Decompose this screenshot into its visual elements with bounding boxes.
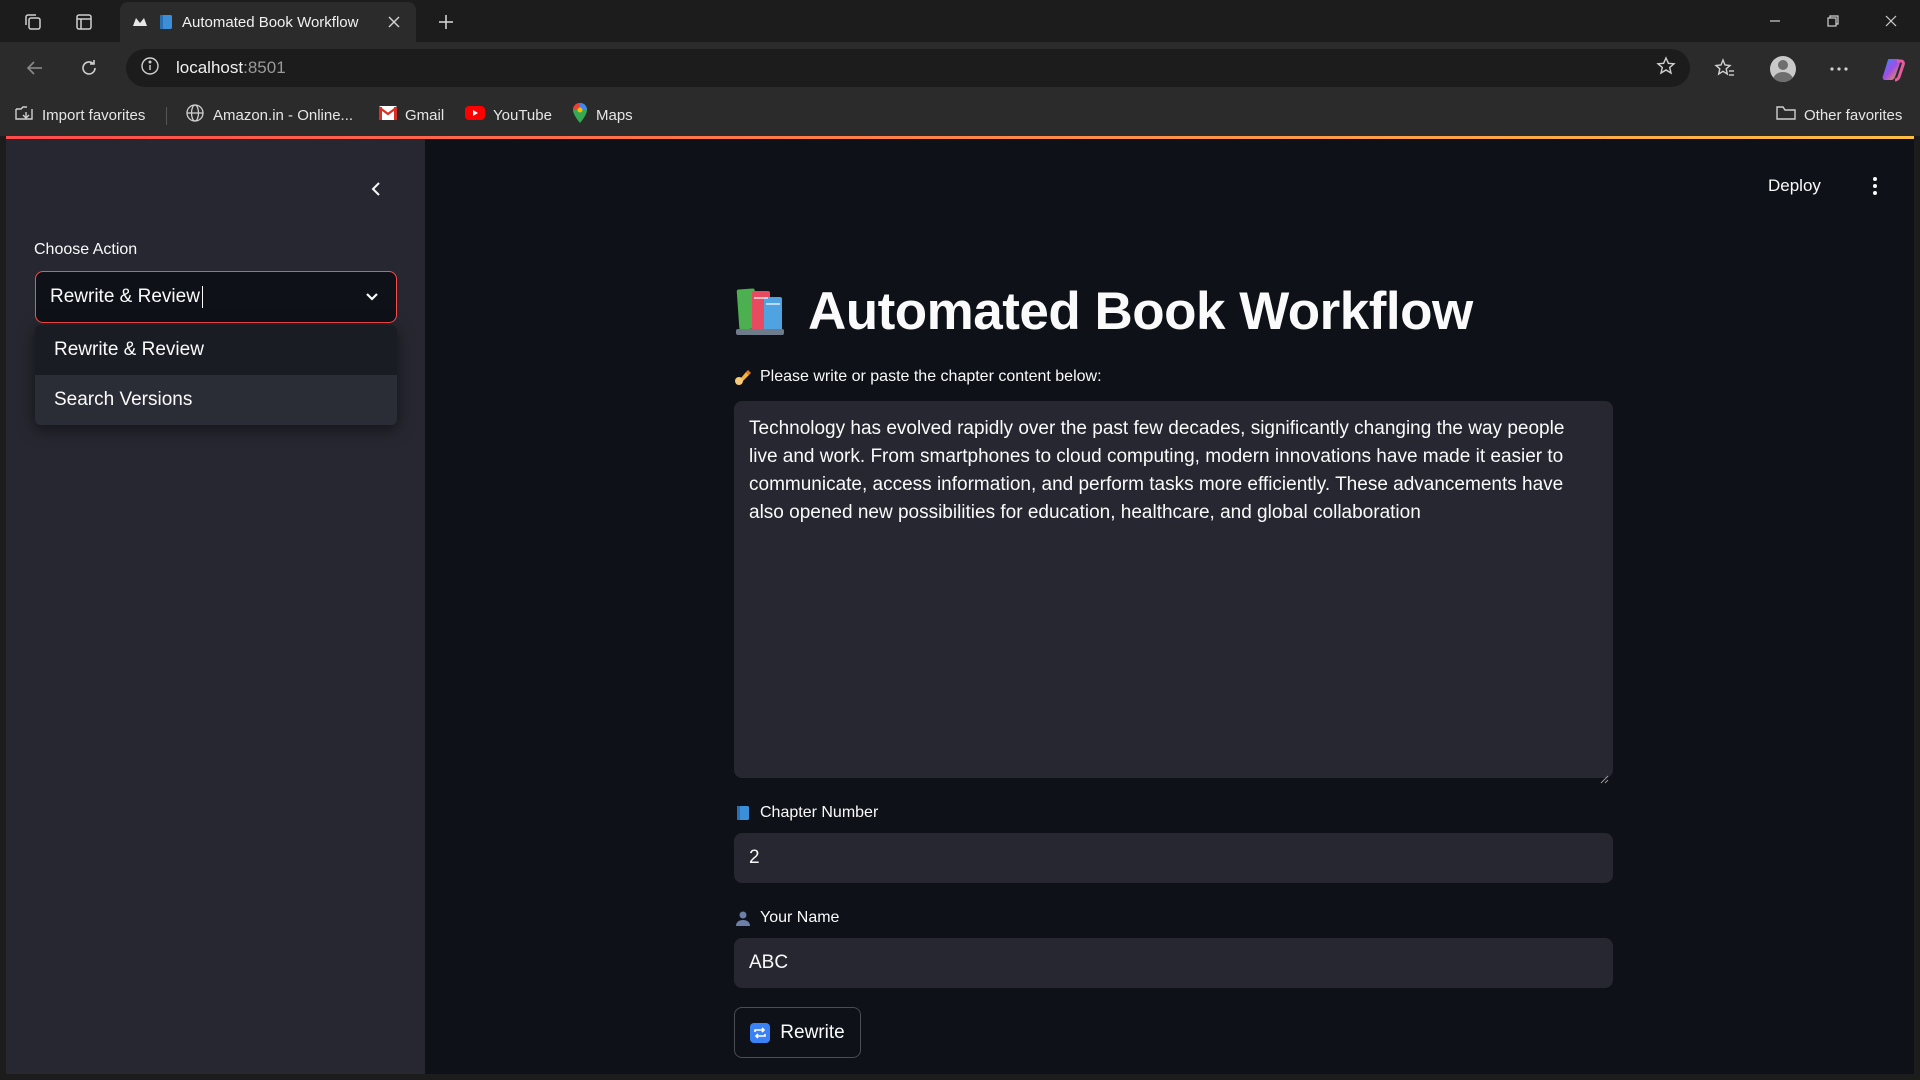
page-title: Automated Book Workflow <box>734 280 1473 342</box>
streamlit-favicon-icon <box>132 14 148 30</box>
vertical-tabs-icon[interactable] <box>70 8 98 36</box>
your-name-label-text: Your Name <box>760 909 840 926</box>
deploy-button[interactable]: Deploy <box>1768 166 1821 206</box>
blue-book-icon <box>734 804 752 822</box>
folder-icon <box>1776 105 1796 125</box>
chapter-number-value: 2 <box>749 847 760 868</box>
chapter-content-value: Technology has evolved rapidly over the … <box>749 418 1565 523</box>
maps-icon <box>572 103 588 127</box>
globe-icon <box>185 103 205 127</box>
bookmark-import-favorites[interactable]: Import favorites <box>14 102 145 128</box>
new-tab-icon[interactable] <box>432 8 460 36</box>
bookmark-label: Gmail <box>405 106 445 124</box>
book-favicon-icon <box>158 14 174 30</box>
browser-toolbar: localhost:8501 <box>0 42 1920 94</box>
workspaces-icon[interactable] <box>19 8 47 36</box>
rewrite-button-label: Rewrite <box>780 1021 845 1043</box>
action-dropdown-menu: Rewrite & Review Search Versions <box>35 325 397 425</box>
content-field-label: Please write or paste the chapter conten… <box>734 368 1102 386</box>
sidebar: Choose Action Rewrite & Review Rewrite &… <box>6 139 425 1074</box>
text-caret <box>201 286 203 308</box>
bookmark-divider <box>166 107 167 125</box>
copilot-icon[interactable] <box>1877 52 1911 86</box>
your-name-field-label: Your Name <box>734 909 839 927</box>
back-icon[interactable] <box>19 52 51 84</box>
books-icon <box>734 283 790 339</box>
bookmark-gmail[interactable]: Gmail <box>379 102 444 128</box>
bookmark-label: Other favorites <box>1804 106 1903 124</box>
repeat-icon <box>750 1022 771 1043</box>
bookmark-other-favorites[interactable]: Other favorites <box>1776 102 1902 128</box>
browser-tabstrip: Automated Book Workflow <box>0 0 1920 42</box>
chapter-number-label-text: Chapter Number <box>760 804 879 821</box>
import-icon <box>14 104 34 126</box>
browser-tab-active[interactable]: Automated Book Workflow <box>120 2 416 42</box>
gmail-icon <box>379 106 397 124</box>
bookmarks-bar: Import favorites Amazon.in - Online... G… <box>0 94 1920 136</box>
profile-icon <box>1770 56 1796 82</box>
collapse-sidebar-chevron-left-icon[interactable] <box>360 173 392 205</box>
chapter-number-input[interactable]: 2 <box>734 833 1613 883</box>
app-viewport: Choose Action Rewrite & Review Rewrite &… <box>6 136 1914 1074</box>
restore-icon[interactable] <box>1810 6 1856 36</box>
bookmark-amazon[interactable]: Amazon.in - Online... <box>185 102 353 128</box>
dropdown-option-rewrite-review[interactable]: Rewrite & Review <box>35 325 397 375</box>
bookmark-maps[interactable]: Maps <box>572 102 633 128</box>
bookmark-label: YouTube <box>493 106 552 124</box>
favorite-star-icon[interactable] <box>1656 55 1676 81</box>
url-port: :8501 <box>243 58 286 77</box>
bookmark-label: Amazon.in - Online... <box>213 106 354 124</box>
writing-hand-icon <box>734 368 752 386</box>
chevron-down-icon[interactable] <box>362 287 382 307</box>
profile-avatar[interactable] <box>1766 52 1800 86</box>
bookmark-youtube[interactable]: YouTube <box>465 102 552 128</box>
dropdown-option-search-versions[interactable]: Search Versions <box>35 375 397 425</box>
your-name-input[interactable]: ABC <box>734 938 1613 988</box>
bookmark-label: Maps <box>596 106 633 124</box>
chapter-content-textarea[interactable]: Technology has evolved rapidly over the … <box>734 401 1613 784</box>
action-select-value: Rewrite & Review <box>50 286 200 307</box>
chapter-number-field-label: Chapter Number <box>734 804 878 822</box>
settings-more-icon[interactable] <box>1822 52 1856 86</box>
favorites-icon[interactable] <box>1708 52 1742 86</box>
choose-action-label: Choose Action <box>34 241 138 258</box>
main-menu-icon[interactable] <box>1858 168 1892 204</box>
bookmark-label: Import favorites <box>42 106 146 124</box>
youtube-icon <box>465 106 485 124</box>
tab-title: Automated Book Workflow <box>182 13 359 31</box>
your-name-value: ABC <box>749 952 789 973</box>
reload-icon[interactable] <box>73 52 105 84</box>
site-info-icon[interactable] <box>140 56 160 81</box>
main-content: Automated Book Workflow Please write or … <box>734 136 1614 1074</box>
content-label-text: Please write or paste the chapter conten… <box>760 368 1102 385</box>
user-silhouette-icon <box>734 909 752 927</box>
url-host: localhost <box>176 58 244 77</box>
rewrite-button[interactable]: Rewrite <box>734 1007 861 1058</box>
page-title-text: Automated Book Workflow <box>808 281 1473 341</box>
action-select[interactable]: Rewrite & Review <box>35 271 397 323</box>
close-window-icon[interactable] <box>1868 6 1914 36</box>
resize-handle-icon[interactable] <box>1600 765 1609 784</box>
address-bar[interactable]: localhost:8501 <box>126 49 1690 87</box>
close-tab-icon[interactable] <box>384 12 404 32</box>
minimize-icon[interactable] <box>1752 6 1798 36</box>
